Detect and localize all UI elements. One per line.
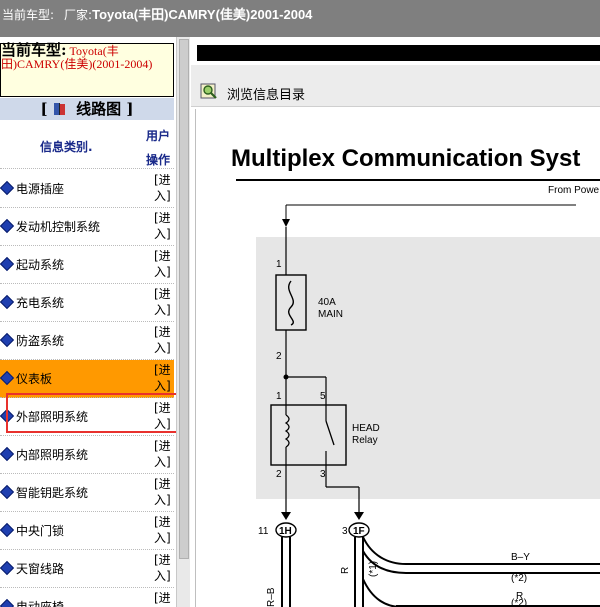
item-label[interactable]: 仪表板 <box>16 370 52 387</box>
browse-catalog-link[interactable]: 浏览信息目录 <box>227 84 305 103</box>
connector-number: 11 <box>258 526 269 537</box>
list-item[interactable]: 电源插座 [进入] <box>0 170 174 208</box>
list-item[interactable]: 防盗系统 [进入] <box>0 322 174 360</box>
document-title: Multiplex Communication Syst <box>231 145 581 172</box>
section-header: [ 线路图 ] <box>0 98 174 120</box>
title-bar: 当前车型: 厂家:Toyota(丰田)CAMRY(佳美)2001-2004 <box>0 0 600 37</box>
book-icon <box>53 103 65 115</box>
relay-label: HEAD <box>352 423 380 434</box>
current-car-box: 当前车型: Toyota(丰田)CAMRY(佳美)(2001-2004) <box>0 43 174 97</box>
diamond-bullet-icon <box>0 180 15 196</box>
diamond-bullet-icon <box>0 218 15 234</box>
enter-link[interactable]: [进入] <box>154 248 174 280</box>
connector-id: 1F <box>353 526 365 537</box>
item-label[interactable]: 天窗线路 <box>16 560 64 577</box>
list-item[interactable]: 外部照明系统 [进入] <box>0 398 174 436</box>
enter-link[interactable]: [进入] <box>154 552 174 584</box>
diamond-bullet-icon <box>0 294 15 310</box>
column-user-op: 用户操作 <box>146 129 171 167</box>
diamond-bullet-icon <box>0 560 15 576</box>
item-label[interactable]: 中央门锁 <box>16 522 64 539</box>
pin-label: 5 <box>320 391 326 402</box>
connector-id: 1H <box>279 526 292 537</box>
pin-label: 1 <box>276 259 282 270</box>
diamond-bullet-icon <box>0 484 15 500</box>
item-label[interactable]: 充电系统 <box>16 294 64 311</box>
list-item[interactable]: 中央门锁 [进入] <box>0 512 174 550</box>
category-list: 电源插座 [进入] 发动机控制系统 [进入] 起动系统 [进入] 充电系统 [进入] 防… <box>0 170 174 607</box>
enter-link[interactable]: [进入] <box>154 362 174 394</box>
list-item-active[interactable]: 仪表板 [进入] <box>0 360 174 398</box>
enter-link[interactable]: [进入] <box>154 324 174 356</box>
connector-number: 3 <box>342 526 348 537</box>
diamond-bullet-icon <box>0 598 15 607</box>
item-label[interactable]: 内部照明系统 <box>16 446 88 463</box>
section-bracket-close: ] <box>126 100 134 118</box>
scrollbar-thumb[interactable] <box>179 39 189 559</box>
list-item[interactable]: 电动座椅 [进入] <box>0 588 174 607</box>
fuse-symbol <box>275 274 307 331</box>
wire-label: R <box>340 567 351 574</box>
diamond-bullet-icon <box>0 446 15 462</box>
diamond-bullet-icon <box>0 332 15 348</box>
wiring-diagram-document: 1 2 40A MAIN 1 5 HEAD Relay 2 3 11 1H 3 … <box>195 109 600 607</box>
from-power-label: From Powe <box>548 185 600 196</box>
viewer-pane: 浏览信息目录 1 2 40A MAIN 1 5 HEAD Relay 2 3 1… <box>191 37 600 607</box>
list-item[interactable]: 内部照明系统 [进入] <box>0 436 174 474</box>
enter-link[interactable]: [进入] <box>154 438 174 470</box>
diamond-bullet-icon <box>0 370 15 386</box>
fuse-label: MAIN <box>318 309 343 320</box>
list-item[interactable]: 起动系统 [进入] <box>0 246 174 284</box>
diamond-bullet-icon <box>0 408 15 424</box>
item-label[interactable]: 电动座椅 <box>16 598 64 607</box>
wire-label: R–B <box>266 587 277 607</box>
wire-label: (*2) <box>511 573 527 584</box>
maker-value: Toyota(丰田)CAMRY(佳美)2001-2004 <box>92 7 313 22</box>
section-title: 线路图 <box>76 100 122 118</box>
pin-label: 2 <box>276 469 282 480</box>
enter-link[interactable]: [进入] <box>154 210 174 242</box>
enter-link[interactable]: [进入] <box>154 286 174 318</box>
enter-link[interactable]: [进入] <box>154 476 174 508</box>
title-rule <box>236 179 600 181</box>
section-bracket-open: [ <box>40 100 48 118</box>
list-item[interactable]: 充电系统 [进入] <box>0 284 174 322</box>
browse-catalog-icon[interactable] <box>200 82 218 100</box>
pin-label: 3 <box>320 469 326 480</box>
enter-link[interactable]: [进入] <box>154 514 174 546</box>
item-label[interactable]: 发动机控制系统 <box>16 218 100 235</box>
list-item[interactable]: 智能钥匙系统 [进入] <box>0 474 174 512</box>
fuse-label: 40A <box>318 297 336 308</box>
column-category: 信息类别. <box>40 140 93 154</box>
column-header: 信息类别. 用户操作 <box>0 121 174 169</box>
viewer-top-bar <box>197 45 600 61</box>
pin-label: 2 <box>276 351 282 362</box>
enter-link[interactable]: [进入] <box>154 400 174 432</box>
item-label[interactable]: 电源插座 <box>16 180 64 197</box>
wiring-diagram: 1 2 40A MAIN 1 5 HEAD Relay 2 3 11 1H 3 … <box>256 204 600 607</box>
list-item[interactable]: 发动机控制系统 [进入] <box>0 208 174 246</box>
wire-label: (*2) <box>511 598 527 607</box>
item-label[interactable]: 防盗系统 <box>16 332 64 349</box>
relay-label: Relay <box>352 435 378 446</box>
list-item[interactable]: 天窗线路 [进入] <box>0 550 174 588</box>
left-scrollbar[interactable] <box>176 37 190 607</box>
diamond-bullet-icon <box>0 522 15 538</box>
item-label[interactable]: 外部照明系统 <box>16 408 88 425</box>
enter-link[interactable]: [进入] <box>154 172 174 204</box>
enter-link[interactable]: [进入] <box>154 590 174 607</box>
relay-symbol <box>270 404 347 466</box>
current-car-label: 当前车型: <box>2 8 55 22</box>
maker-label: 厂家: <box>64 8 93 22</box>
item-label[interactable]: 起动系统 <box>16 256 64 273</box>
diamond-bullet-icon <box>0 256 15 272</box>
pin-label: 1 <box>276 391 282 402</box>
wire-label: (*1) <box>368 561 379 577</box>
item-label[interactable]: 智能钥匙系统 <box>16 484 88 501</box>
wire-label: B–Y <box>511 552 530 563</box>
left-pane: 当前车型: Toyota(丰田)CAMRY(佳美)(2001-2004) [ 线… <box>0 37 190 607</box>
